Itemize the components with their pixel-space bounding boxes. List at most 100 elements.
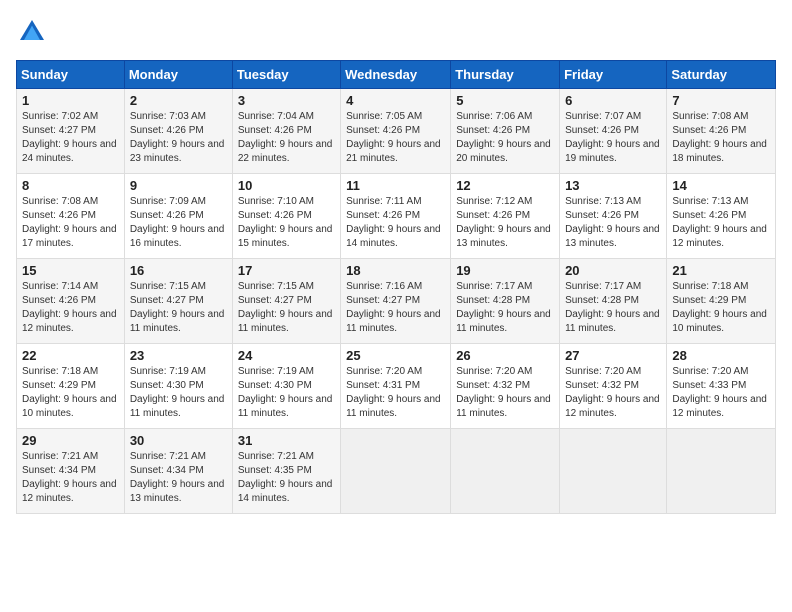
- day-info: Sunrise: 7:05 AMSunset: 4:26 PMDaylight:…: [346, 110, 445, 166]
- day-info: Sunrise: 7:14 AMSunset: 4:26 PMDaylight:…: [22, 280, 119, 336]
- calendar-cell: 31 Sunrise: 7:21 AMSunset: 4:35 PMDayligh…: [232, 429, 340, 514]
- calendar-cell: 12 Sunrise: 7:12 AMSunset: 4:26 PMDayligh…: [451, 174, 560, 259]
- day-number: 5: [456, 93, 554, 108]
- day-info: Sunrise: 7:12 AMSunset: 4:26 PMDaylight:…: [456, 195, 554, 251]
- day-number: 7: [672, 93, 770, 108]
- calendar-cell: 5 Sunrise: 7:06 AMSunset: 4:26 PMDaylight…: [451, 89, 560, 174]
- calendar-header-row: SundayMondayTuesdayWednesdayThursdayFrid…: [17, 61, 776, 89]
- day-info: Sunrise: 7:17 AMSunset: 4:28 PMDaylight:…: [565, 280, 661, 336]
- calendar-cell: 11 Sunrise: 7:11 AMSunset: 4:26 PMDayligh…: [341, 174, 451, 259]
- calendar-row-4: 22 Sunrise: 7:18 AMSunset: 4:29 PMDayligh…: [17, 344, 776, 429]
- day-number: 16: [130, 263, 227, 278]
- day-info: Sunrise: 7:19 AMSunset: 4:30 PMDaylight:…: [238, 365, 335, 421]
- day-info: Sunrise: 7:18 AMSunset: 4:29 PMDaylight:…: [22, 365, 119, 421]
- day-number: 26: [456, 348, 554, 363]
- day-info: Sunrise: 7:11 AMSunset: 4:26 PMDaylight:…: [346, 195, 445, 251]
- page-header: [16, 16, 776, 48]
- day-number: 17: [238, 263, 335, 278]
- day-number: 21: [672, 263, 770, 278]
- calendar-row-1: 1 Sunrise: 7:02 AMSunset: 4:27 PMDaylight…: [17, 89, 776, 174]
- day-number: 19: [456, 263, 554, 278]
- calendar-cell: 24 Sunrise: 7:19 AMSunset: 4:30 PMDayligh…: [232, 344, 340, 429]
- day-number: 30: [130, 433, 227, 448]
- calendar-cell: 13 Sunrise: 7:13 AMSunset: 4:26 PMDayligh…: [560, 174, 667, 259]
- calendar-row-2: 8 Sunrise: 7:08 AMSunset: 4:26 PMDaylight…: [17, 174, 776, 259]
- calendar-cell: 4 Sunrise: 7:05 AMSunset: 4:26 PMDaylight…: [341, 89, 451, 174]
- day-info: Sunrise: 7:03 AMSunset: 4:26 PMDaylight:…: [130, 110, 227, 166]
- day-number: 24: [238, 348, 335, 363]
- calendar-cell: 9 Sunrise: 7:09 AMSunset: 4:26 PMDaylight…: [124, 174, 232, 259]
- day-info: Sunrise: 7:07 AMSunset: 4:26 PMDaylight:…: [565, 110, 661, 166]
- calendar-cell: [451, 429, 560, 514]
- calendar-cell: 20 Sunrise: 7:17 AMSunset: 4:28 PMDayligh…: [560, 259, 667, 344]
- calendar-cell: 22 Sunrise: 7:18 AMSunset: 4:29 PMDayligh…: [17, 344, 125, 429]
- day-info: Sunrise: 7:21 AMSunset: 4:34 PMDaylight:…: [130, 450, 227, 506]
- calendar-cell: [667, 429, 776, 514]
- header-monday: Monday: [124, 61, 232, 89]
- day-info: Sunrise: 7:21 AMSunset: 4:35 PMDaylight:…: [238, 450, 335, 506]
- header-wednesday: Wednesday: [341, 61, 451, 89]
- day-info: Sunrise: 7:02 AMSunset: 4:27 PMDaylight:…: [22, 110, 119, 166]
- calendar-cell: 8 Sunrise: 7:08 AMSunset: 4:26 PMDaylight…: [17, 174, 125, 259]
- calendar-cell: 27 Sunrise: 7:20 AMSunset: 4:32 PMDayligh…: [560, 344, 667, 429]
- day-info: Sunrise: 7:09 AMSunset: 4:26 PMDaylight:…: [130, 195, 227, 251]
- calendar-cell: 15 Sunrise: 7:14 AMSunset: 4:26 PMDayligh…: [17, 259, 125, 344]
- day-number: 8: [22, 178, 119, 193]
- day-number: 11: [346, 178, 445, 193]
- calendar-cell: 18 Sunrise: 7:16 AMSunset: 4:27 PMDayligh…: [341, 259, 451, 344]
- calendar-cell: 30 Sunrise: 7:21 AMSunset: 4:34 PMDayligh…: [124, 429, 232, 514]
- calendar-cell: 10 Sunrise: 7:10 AMSunset: 4:26 PMDayligh…: [232, 174, 340, 259]
- calendar-table: SundayMondayTuesdayWednesdayThursdayFrid…: [16, 60, 776, 514]
- day-number: 2: [130, 93, 227, 108]
- header-thursday: Thursday: [451, 61, 560, 89]
- day-info: Sunrise: 7:20 AMSunset: 4:31 PMDaylight:…: [346, 365, 445, 421]
- calendar-cell: 19Sunrise: 7:17 AMSunset: 4:28 PMDayligh…: [451, 259, 560, 344]
- calendar-cell: 6 Sunrise: 7:07 AMSunset: 4:26 PMDaylight…: [560, 89, 667, 174]
- day-number: 27: [565, 348, 661, 363]
- day-info: Sunrise: 7:20 AMSunset: 4:32 PMDaylight:…: [565, 365, 661, 421]
- day-number: 9: [130, 178, 227, 193]
- day-number: 28: [672, 348, 770, 363]
- calendar-cell: 1 Sunrise: 7:02 AMSunset: 4:27 PMDaylight…: [17, 89, 125, 174]
- day-number: 18: [346, 263, 445, 278]
- calendar-cell: 29Sunrise: 7:21 AMSunset: 4:34 PMDayligh…: [17, 429, 125, 514]
- calendar-cell: 23Sunrise: 7:19 AMSunset: 4:30 PMDayligh…: [124, 344, 232, 429]
- logo: [16, 16, 52, 48]
- day-number: 15: [22, 263, 119, 278]
- calendar-cell: 14 Sunrise: 7:13 AMSunset: 4:26 PMDayligh…: [667, 174, 776, 259]
- header-saturday: Saturday: [667, 61, 776, 89]
- day-number: 14: [672, 178, 770, 193]
- day-info: Sunrise: 7:04 AMSunset: 4:26 PMDaylight:…: [238, 110, 335, 166]
- day-info: Sunrise: 7:10 AMSunset: 4:26 PMDaylight:…: [238, 195, 335, 251]
- day-info: Sunrise: 7:16 AMSunset: 4:27 PMDaylight:…: [346, 280, 445, 336]
- day-number: 6: [565, 93, 661, 108]
- calendar-cell: 21 Sunrise: 7:18 AMSunset: 4:29 PMDayligh…: [667, 259, 776, 344]
- day-number: 29: [22, 433, 119, 448]
- header-friday: Friday: [560, 61, 667, 89]
- day-number: 25: [346, 348, 445, 363]
- day-number: 22: [22, 348, 119, 363]
- day-info: Sunrise: 7:13 AMSunset: 4:26 PMDaylight:…: [565, 195, 661, 251]
- day-info: Sunrise: 7:06 AMSunset: 4:26 PMDaylight:…: [456, 110, 554, 166]
- day-info: Sunrise: 7:15 AMSunset: 4:27 PMDaylight:…: [238, 280, 335, 336]
- day-info: Sunrise: 7:13 AMSunset: 4:26 PMDaylight:…: [672, 195, 770, 251]
- day-number: 13: [565, 178, 661, 193]
- day-info: Sunrise: 7:19 AMSunset: 4:30 PMDaylight:…: [130, 365, 227, 421]
- calendar-cell: 2 Sunrise: 7:03 AMSunset: 4:26 PMDaylight…: [124, 89, 232, 174]
- day-number: 10: [238, 178, 335, 193]
- calendar-cell: 17 Sunrise: 7:15 AMSunset: 4:27 PMDayligh…: [232, 259, 340, 344]
- day-number: 3: [238, 93, 335, 108]
- calendar-cell: 7 Sunrise: 7:08 AMSunset: 4:26 PMDaylight…: [667, 89, 776, 174]
- day-info: Sunrise: 7:18 AMSunset: 4:29 PMDaylight:…: [672, 280, 770, 336]
- day-info: Sunrise: 7:20 AMSunset: 4:33 PMDaylight:…: [672, 365, 770, 421]
- header-sunday: Sunday: [17, 61, 125, 89]
- day-number: 31: [238, 433, 335, 448]
- day-info: Sunrise: 7:15 AMSunset: 4:27 PMDaylight:…: [130, 280, 227, 336]
- day-number: 12: [456, 178, 554, 193]
- day-info: Sunrise: 7:08 AMSunset: 4:26 PMDaylight:…: [22, 195, 119, 251]
- day-number: 1: [22, 93, 119, 108]
- day-number: 20: [565, 263, 661, 278]
- header-tuesday: Tuesday: [232, 61, 340, 89]
- day-info: Sunrise: 7:08 AMSunset: 4:26 PMDaylight:…: [672, 110, 770, 166]
- day-number: 4: [346, 93, 445, 108]
